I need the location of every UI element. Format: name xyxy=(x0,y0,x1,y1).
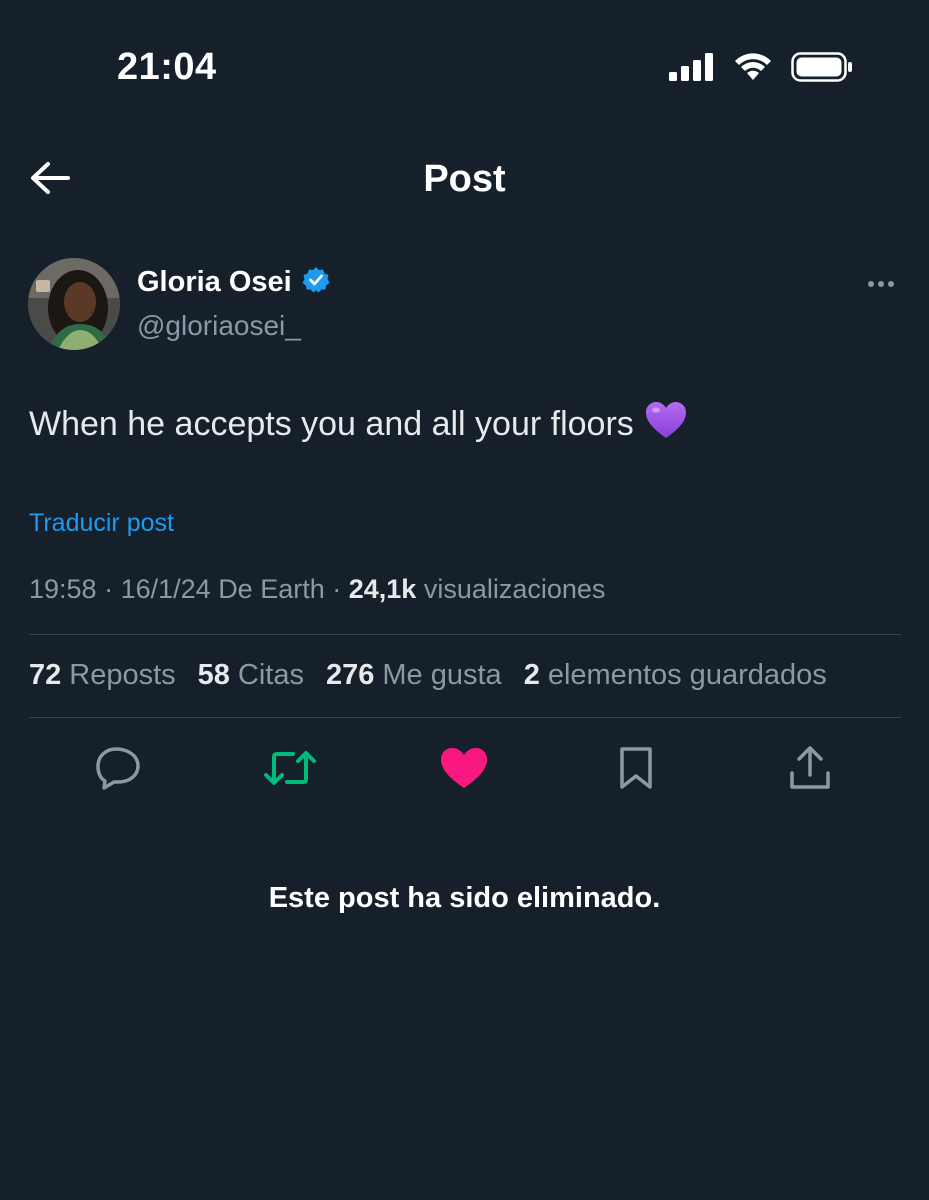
stat-reposts[interactable]: 72 Reposts xyxy=(29,659,176,692)
divider xyxy=(29,717,901,718)
wifi-icon xyxy=(733,52,773,82)
like-button[interactable] xyxy=(438,744,490,796)
author-name-row: Gloria Osei xyxy=(137,266,330,299)
post-text: When he accepts you and all your floors xyxy=(29,400,688,449)
more-options-button[interactable] xyxy=(861,272,901,296)
post-stats: 72 Reposts 58 Citas 276 Me gusta 2 elementos… xyxy=(29,659,827,692)
post-header: Post xyxy=(0,140,929,220)
bookmark-button[interactable] xyxy=(610,744,662,796)
stat-bookmarks[interactable]: 2 elementos guardados xyxy=(524,659,827,692)
stat-quotes[interactable]: 58 Citas xyxy=(198,659,304,692)
repost-icon xyxy=(263,748,317,793)
post-source: De Earth xyxy=(218,574,325,604)
purple-heart-emoji-icon xyxy=(644,400,688,449)
verified-badge-icon xyxy=(302,266,330,299)
translate-post-link[interactable]: Traducir post xyxy=(29,509,174,538)
divider xyxy=(29,634,901,635)
views-count: 24,1k xyxy=(348,574,417,604)
like-heart-icon xyxy=(439,746,489,795)
reply-icon xyxy=(94,745,142,796)
author-name[interactable]: Gloria Osei xyxy=(137,266,292,299)
repost-button[interactable] xyxy=(264,744,316,796)
share-button[interactable] xyxy=(784,744,836,796)
more-options-icon xyxy=(868,281,894,287)
post-time: 19:58 xyxy=(29,574,97,604)
status-time: 21:04 xyxy=(117,46,217,88)
post-date: 16/1/24 xyxy=(120,574,211,604)
post-text-content: When he accepts you and all your floors xyxy=(29,405,634,443)
bookmark-icon xyxy=(616,745,656,796)
stat-likes[interactable]: 276 Me gusta xyxy=(326,659,502,692)
post-author: Gloria Osei @gloriaosei_ xyxy=(28,258,901,350)
action-bar xyxy=(0,744,929,796)
page-title: Post xyxy=(423,158,506,200)
cellular-signal-icon xyxy=(669,53,715,81)
reply-button[interactable] xyxy=(92,744,144,796)
post-meta: 19:58 · 16/1/24 De Earth · 24,1k visuali… xyxy=(29,574,606,604)
views-label: visualizaciones xyxy=(423,574,606,604)
share-icon xyxy=(788,745,832,796)
deleted-post-notice: Este post ha sido eliminado. xyxy=(268,882,661,914)
avatar[interactable] xyxy=(28,258,120,350)
status-icons xyxy=(669,52,853,82)
battery-icon xyxy=(791,52,853,82)
status-bar: 21:04 xyxy=(0,0,929,140)
author-handle[interactable]: @gloriaosei_ xyxy=(137,310,301,342)
